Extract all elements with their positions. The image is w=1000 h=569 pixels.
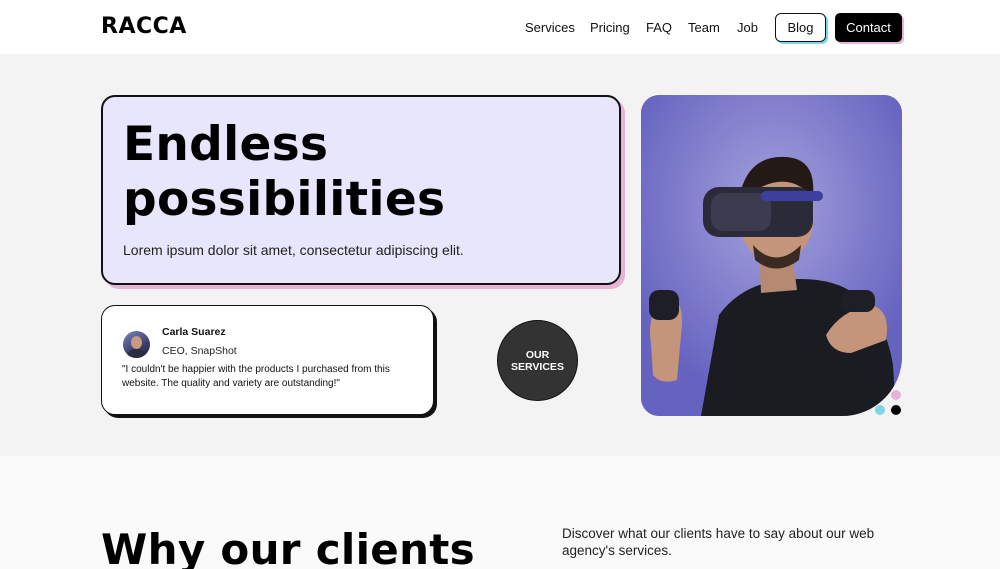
nav-job[interactable]: Job <box>737 20 758 35</box>
nav-services[interactable]: Services <box>525 20 575 35</box>
hero-headline-line1: Endless <box>123 117 329 172</box>
hero-headline-line2: possibilities <box>123 172 446 227</box>
carousel-dot-cyan[interactable] <box>875 405 885 415</box>
our-services-button[interactable]: OUR SERVICES <box>497 320 578 401</box>
nav-team[interactable]: Team <box>688 20 720 35</box>
carousel-dot-pink[interactable] <box>891 390 901 400</box>
nav-faq[interactable]: FAQ <box>646 20 672 35</box>
avatar <box>123 331 150 358</box>
our-services-label-1: OUR <box>525 348 550 361</box>
vr-person-illustration <box>641 95 902 416</box>
headline-card: Endless possibilities Lorem ipsum dolor … <box>101 95 621 285</box>
site-header: RACCA Services Pricing FAQ Team Job Blog… <box>0 0 1000 54</box>
logo[interactable]: RACCA <box>101 14 187 39</box>
testimonial-role: CEO, SnapShot <box>162 345 237 357</box>
section-description: Discover what our clients have to say ab… <box>562 526 875 558</box>
hero-headline: Endless possibilities <box>123 117 445 227</box>
vr-photo <box>641 95 902 416</box>
testimonial-name: Carla Suarez <box>162 326 226 338</box>
blog-button[interactable]: Blog <box>775 13 826 42</box>
testimonial-card: Carla Suarez CEO, SnapShot "I couldn't b… <box>101 305 434 415</box>
nav-pricing[interactable]: Pricing <box>590 20 630 35</box>
testimonial-quote: "I couldn't be happier with the products… <box>122 364 390 389</box>
our-services-label-2: SERVICES <box>511 360 564 373</box>
contact-button[interactable]: Contact <box>835 13 902 42</box>
hero-subtitle: Lorem ipsum dolor sit amet, consectetur … <box>123 242 464 258</box>
section-title: Why our clients <box>101 525 475 569</box>
carousel-dot-black[interactable] <box>891 405 901 415</box>
